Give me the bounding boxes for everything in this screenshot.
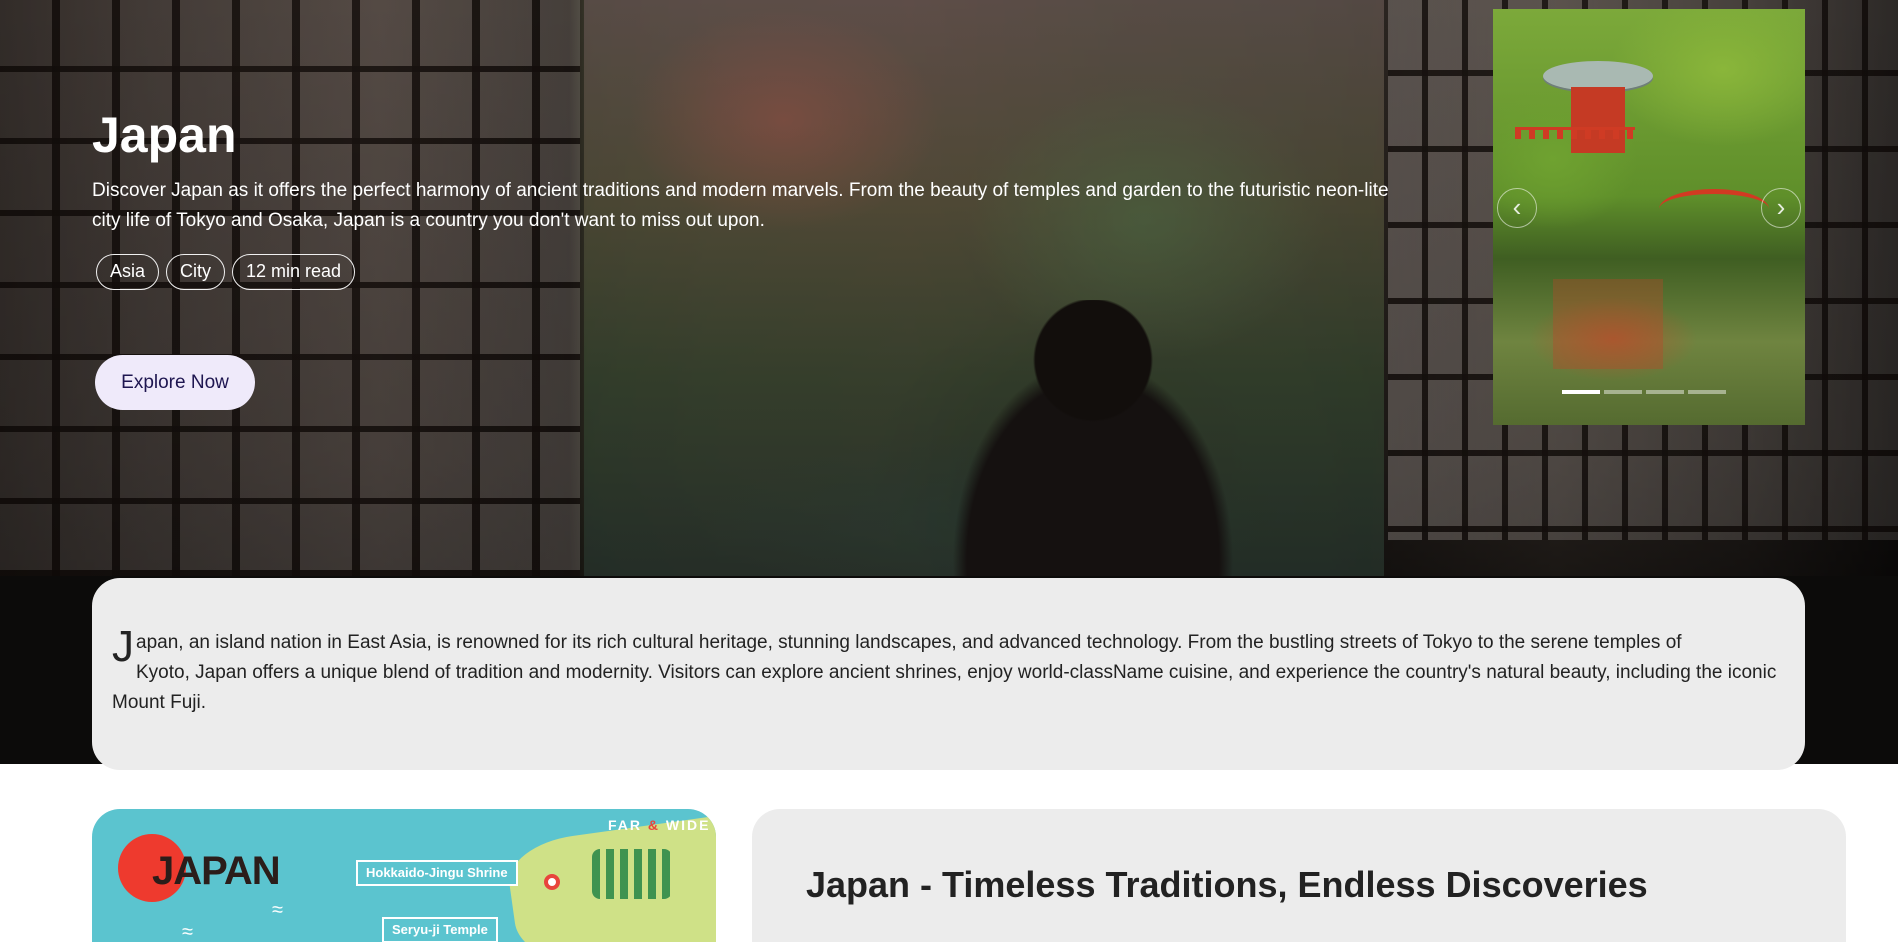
- carousel-indicator-1[interactable]: [1562, 390, 1600, 394]
- tag-asia[interactable]: Asia: [96, 254, 160, 290]
- drop-cap: J: [112, 622, 134, 671]
- chevron-left-icon[interactable]: ‹: [1497, 188, 1537, 228]
- intro-text: J apan, an island nation in East Asia, i…: [112, 618, 1785, 718]
- hero-description: Discover Japan as it offers the perfect …: [92, 180, 1389, 231]
- map-pin-icon: [544, 874, 560, 890]
- hero-background-person: [948, 300, 1238, 580]
- wave-icon: ≈: [272, 899, 283, 921]
- japan-map-image[interactable]: JAPAN FAR & WIDE Hokkaido-Jingu Shrine S…: [92, 809, 716, 942]
- intro-line-rest: Kyoto, Japan offers a unique blend of tr…: [112, 662, 1777, 713]
- map-trees: [592, 849, 672, 899]
- intro-card: J apan, an island nation in East Asia, i…: [92, 578, 1805, 770]
- brand-far: FAR: [608, 817, 642, 833]
- carousel-image-railing: [1515, 127, 1635, 139]
- headline-card: Japan - Timeless Traditions, Endless Dis…: [752, 809, 1846, 942]
- image-carousel[interactable]: [1493, 9, 1805, 425]
- carousel-indicator-2[interactable]: [1604, 390, 1642, 394]
- carousel-image-bridge: [1659, 189, 1769, 229]
- brand-wide: WIDE: [665, 817, 711, 833]
- carousel-indicators: [1562, 390, 1726, 394]
- brand-amp: &: [647, 817, 661, 833]
- carousel-indicator-3[interactable]: [1646, 390, 1684, 394]
- intro-line-1: apan, an island nation in East Asia, is …: [136, 632, 1682, 653]
- map-label-hokkaido: Hokkaido-Jingu Shrine: [356, 860, 518, 886]
- map-title: JAPAN: [152, 849, 281, 893]
- tag-read-time: 12 min read: [232, 254, 356, 290]
- hero-background-shoji-left: [0, 0, 580, 580]
- wave-icon: ≈: [182, 921, 193, 942]
- carousel-image-reflection: [1553, 279, 1663, 369]
- chevron-right-icon[interactable]: ›: [1761, 188, 1801, 228]
- tag-city[interactable]: City: [166, 254, 226, 290]
- map-label-seryuji: Seryu-ji Temple: [382, 917, 498, 942]
- carousel-indicator-4[interactable]: [1688, 390, 1726, 394]
- explore-now-button[interactable]: Explore Now: [95, 355, 255, 410]
- article-headline: Japan - Timeless Traditions, Endless Dis…: [806, 864, 1648, 905]
- hero-tags: Asia City 12 min read: [96, 254, 356, 290]
- carousel-image-pagoda: [1571, 87, 1625, 153]
- map-brand: FAR & WIDE: [608, 817, 710, 833]
- hero-title: Japan: [92, 107, 237, 163]
